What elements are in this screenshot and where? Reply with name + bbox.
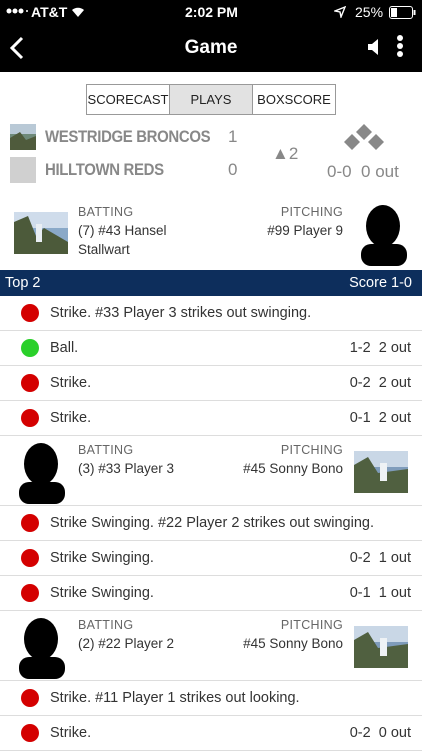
page-title: Game	[184, 37, 238, 58]
play-row[interactable]: Strike Swinging. 0-2 1 out	[0, 541, 422, 576]
play-row[interactable]: Strike. 0-1 2 out	[0, 401, 422, 436]
strike-indicator-icon	[21, 514, 39, 532]
play-text: Strike.	[50, 725, 92, 741]
batting-label: BATTING	[78, 618, 134, 632]
play-count: 1-2 2 out	[349, 340, 411, 356]
play-count: 0-2 2 out	[349, 375, 411, 391]
strike-indicator-icon	[21, 724, 39, 742]
strike-indicator-icon	[21, 304, 39, 322]
play-count: 0-1 1 out	[349, 585, 411, 601]
at-bat-header: BATTING (2) #22 Player 2 PITCHING #45 So…	[0, 611, 422, 681]
batting-label: BATTING	[78, 443, 134, 457]
team-logo-placeholder	[10, 157, 36, 183]
strike-indicator-icon	[21, 584, 39, 602]
count-outs: 0-0 0 out	[327, 162, 399, 181]
pitching-label: PITCHING	[280, 205, 343, 219]
play-row[interactable]: Strike. 0-2 0 out	[0, 716, 422, 751]
batter-silhouette-icon	[15, 615, 67, 684]
play-row[interactable]: Strike Swinging. 0-1 1 out	[0, 576, 422, 611]
team-name: HILLTOWN REDS	[45, 160, 164, 179]
view-tabs: SCORECAST PLAYS BOXSCORE	[86, 84, 336, 115]
play-text: Strike. #11 Player 1 strikes out looking…	[50, 690, 300, 706]
play-row[interactable]: Strike. #11 Player 1 strikes out looking…	[0, 681, 422, 716]
battery-icon	[389, 6, 417, 22]
play-text: Strike Swinging.	[50, 550, 154, 566]
current-matchup: BATTING (7) #43 Hansel Stallwart PITCHIN…	[0, 200, 422, 268]
pitching-value: #45 Sonny Bono	[243, 636, 343, 651]
nav-bar: Game	[0, 24, 422, 72]
team-name: WESTRIDGE BRONCOS	[45, 127, 211, 146]
play-row[interactable]: Strike Swinging. #22 Player 2 strikes ou…	[0, 506, 422, 541]
play-text: Strike.	[50, 410, 92, 426]
pitcher-silhouette-icon	[357, 202, 409, 271]
signal-icon	[6, 4, 28, 20]
pitcher-photo	[354, 626, 408, 668]
play-count: 0-1 2 out	[349, 410, 411, 426]
location-icon	[332, 5, 347, 21]
at-bat-header: BATTING (3) #33 Player 3 PITCHING #45 So…	[0, 436, 422, 506]
inning-label: Top 2	[5, 275, 41, 291]
play-text: Strike. #33 Player 3 strikes out swingin…	[50, 305, 312, 321]
pitching-label: PITCHING	[280, 443, 343, 457]
strike-indicator-icon	[21, 689, 39, 707]
status-bar: AT&T 2:02 PM 25%	[0, 0, 422, 24]
clock: 2:02 PM	[185, 4, 238, 20]
batting-label: BATTING	[78, 205, 134, 219]
play-text: Strike Swinging.	[50, 585, 154, 601]
battery-label: 25%	[355, 4, 384, 20]
play-row[interactable]: Strike. 0-2 2 out	[0, 366, 422, 401]
pitching-label: PITCHING	[280, 618, 343, 632]
score-label: Score 1-0	[349, 275, 412, 291]
play-text: Ball.	[50, 340, 79, 356]
team-runs: 0	[228, 160, 238, 179]
batter-silhouette-icon	[15, 440, 67, 509]
bases-diamond-icon	[341, 124, 387, 158]
batting-value: (2) #22 Player 2	[78, 636, 175, 651]
wifi-icon	[70, 5, 86, 21]
inning-indicator: ▲2	[272, 144, 299, 163]
pitching-value: #99 Player 9	[267, 223, 343, 238]
team-logo-photo	[10, 124, 36, 150]
batting-value: (3) #33 Player 3	[78, 461, 175, 476]
play-text: Strike Swinging. #22 Player 2 strikes ou…	[50, 515, 374, 531]
batter-photo	[14, 212, 68, 254]
play-row[interactable]: Strike. #33 Player 3 strikes out swingin…	[0, 296, 422, 331]
batting-value: (7) #43 Hansel Stallwart	[78, 223, 167, 257]
play-text: Strike.	[50, 375, 92, 391]
ball-indicator-icon	[21, 339, 39, 357]
team-runs: 1	[228, 127, 238, 146]
strike-indicator-icon	[21, 374, 39, 392]
tab-plays[interactable]: PLAYS	[170, 85, 253, 114]
tab-boxscore[interactable]: BOXSCORE	[253, 85, 335, 114]
tab-scorecast[interactable]: SCORECAST	[87, 85, 170, 114]
pitcher-photo	[354, 451, 408, 493]
play-count: 0-2 1 out	[349, 550, 411, 566]
speaker-icon[interactable]	[367, 38, 383, 61]
more-options-icon[interactable]	[396, 34, 404, 63]
play-count: 0-2 0 out	[349, 725, 411, 741]
strike-indicator-icon	[21, 409, 39, 427]
pitching-value: #45 Sonny Bono	[243, 461, 343, 476]
carrier-label: AT&T	[31, 4, 68, 20]
play-row[interactable]: Ball. 1-2 2 out	[0, 331, 422, 366]
strike-indicator-icon	[21, 549, 39, 567]
inning-header: Top 2 Score 1-0	[0, 270, 422, 296]
